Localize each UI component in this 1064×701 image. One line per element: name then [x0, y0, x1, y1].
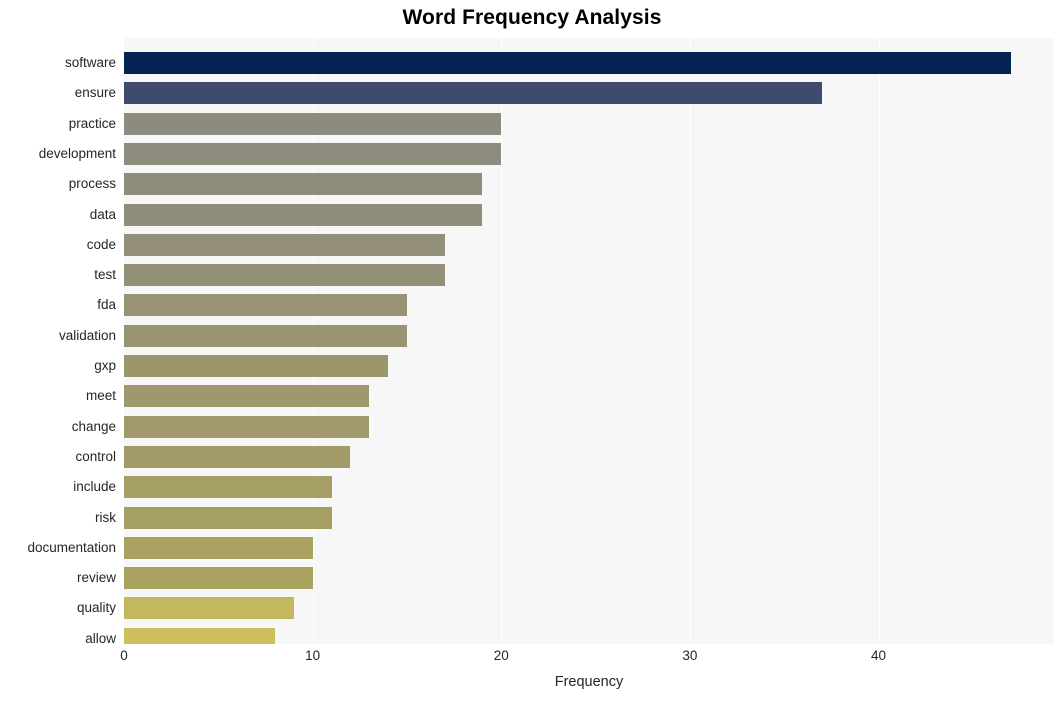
x-tick-label-40: 40 [871, 648, 887, 663]
y-tick-label-control: control [75, 448, 116, 464]
y-tick-label-fda: fda [97, 297, 116, 313]
bar-gxp [124, 355, 389, 377]
bar-quality [124, 597, 294, 620]
bar-documentation [124, 536, 313, 559]
bar-risk [124, 506, 332, 529]
x-tick-label-10: 10 [305, 648, 321, 663]
y-tick-label-gxp: gxp [94, 358, 116, 373]
bar-allow [124, 627, 275, 644]
y-tick-label-software: software [64, 55, 116, 70]
bar-test [124, 264, 445, 287]
y-tick-label-risk: risk [95, 509, 116, 525]
y-axis-labels: software ensure practice development process… [0, 38, 116, 646]
y-tick-label-documentation: documentation [27, 539, 116, 555]
x-tick-label-0: 0 [120, 648, 128, 663]
y-tick-label-practice: practice [68, 115, 116, 131]
y-tick-label-change: change [71, 418, 116, 434]
x-tick-label-20: 20 [493, 648, 509, 663]
chart-figure: Word Frequency Analysis software ensure pr… [0, 0, 1064, 701]
bar-fda [124, 294, 407, 317]
bar-control [124, 445, 351, 468]
chart-title: Word Frequency Analysis [402, 6, 662, 29]
x-axis-title: Frequency [554, 674, 624, 690]
y-tick-label-process: process [68, 176, 116, 192]
bar-validation [124, 324, 407, 347]
bar-data [124, 203, 483, 226]
plot-area [124, 38, 1054, 644]
y-tick-label-ensure: ensure [74, 85, 116, 101]
y-tick-label-meet: meet [85, 388, 116, 404]
bar-include [124, 476, 332, 499]
bar-software [124, 52, 1011, 74]
bar-process [124, 173, 483, 196]
bar-ensure [124, 82, 822, 105]
bar-series [124, 38, 1054, 644]
y-tick-label-code: code [86, 236, 116, 252]
y-tick-label-allow: allow [85, 630, 116, 646]
x-tick-label-30: 30 [682, 648, 698, 663]
x-axis-ticks: 0 10 20 30 40 [120, 644, 1054, 668]
y-tick-label-test: test [94, 267, 116, 283]
bar-change [124, 415, 370, 438]
y-tick-label-review: review [76, 570, 116, 586]
bar-development [124, 142, 502, 165]
y-tick-label-quality: quality [76, 600, 116, 616]
bar-code [124, 233, 445, 256]
y-tick-label-validation: validation [58, 327, 116, 343]
y-tick-label-data: data [89, 206, 116, 222]
bar-review [124, 567, 313, 590]
bar-practice [124, 112, 502, 135]
y-tick-label-development: development [38, 145, 116, 161]
bar-meet [124, 385, 370, 408]
y-tick-label-include: include [73, 479, 116, 495]
